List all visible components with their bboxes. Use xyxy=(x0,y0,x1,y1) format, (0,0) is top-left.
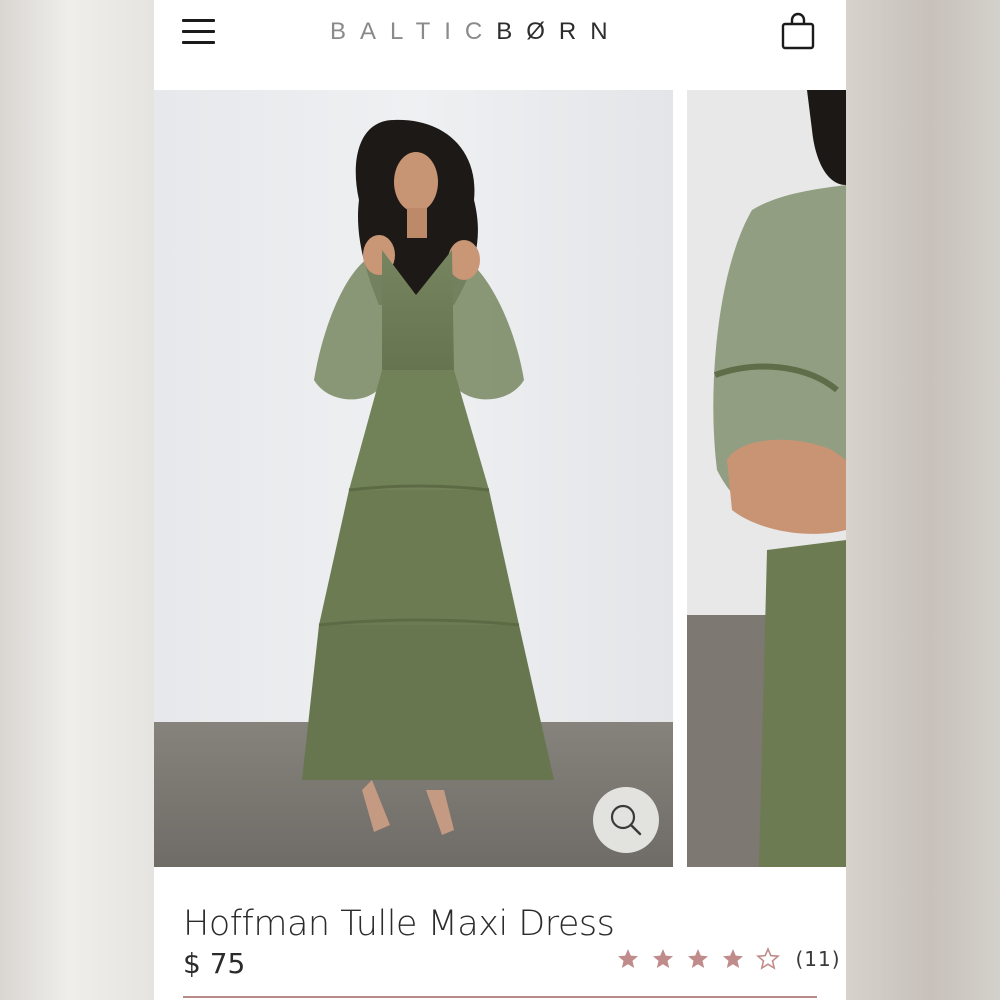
shopping-bag-icon[interactable] xyxy=(780,12,816,52)
divider xyxy=(183,996,817,998)
product-gallery[interactable] xyxy=(154,90,846,867)
product-image-secondary[interactable] xyxy=(687,90,846,867)
product-page: BALTICBØRN Hoffman Tulle Maxi Dress $ 75… xyxy=(154,0,846,1000)
magnifier-icon xyxy=(610,804,642,836)
star-empty-icon xyxy=(756,947,781,970)
brand-logo[interactable]: BALTICBØRN xyxy=(330,14,672,50)
zoom-button[interactable] xyxy=(593,787,659,853)
site-header: BALTICBØRN xyxy=(154,0,846,90)
background-left xyxy=(0,0,154,1000)
product-title: Hoffman Tulle Maxi Dress xyxy=(183,904,615,944)
rating-stars xyxy=(616,947,786,971)
star-filled-icon xyxy=(688,949,709,968)
product-price: $ 75 xyxy=(183,947,246,980)
background-right xyxy=(846,0,1000,1000)
logo-part-dark: BØRN xyxy=(496,18,622,45)
hamburger-menu-icon[interactable] xyxy=(182,18,216,46)
logo-part-light: BALTIC xyxy=(330,18,497,45)
star-filled-icon xyxy=(723,949,744,968)
product-image-main[interactable] xyxy=(154,90,673,867)
star-filled-icon xyxy=(618,949,638,968)
product-rating[interactable]: (11) xyxy=(616,947,840,981)
star-filled-icon xyxy=(653,949,674,968)
review-count: (11) xyxy=(795,947,841,971)
